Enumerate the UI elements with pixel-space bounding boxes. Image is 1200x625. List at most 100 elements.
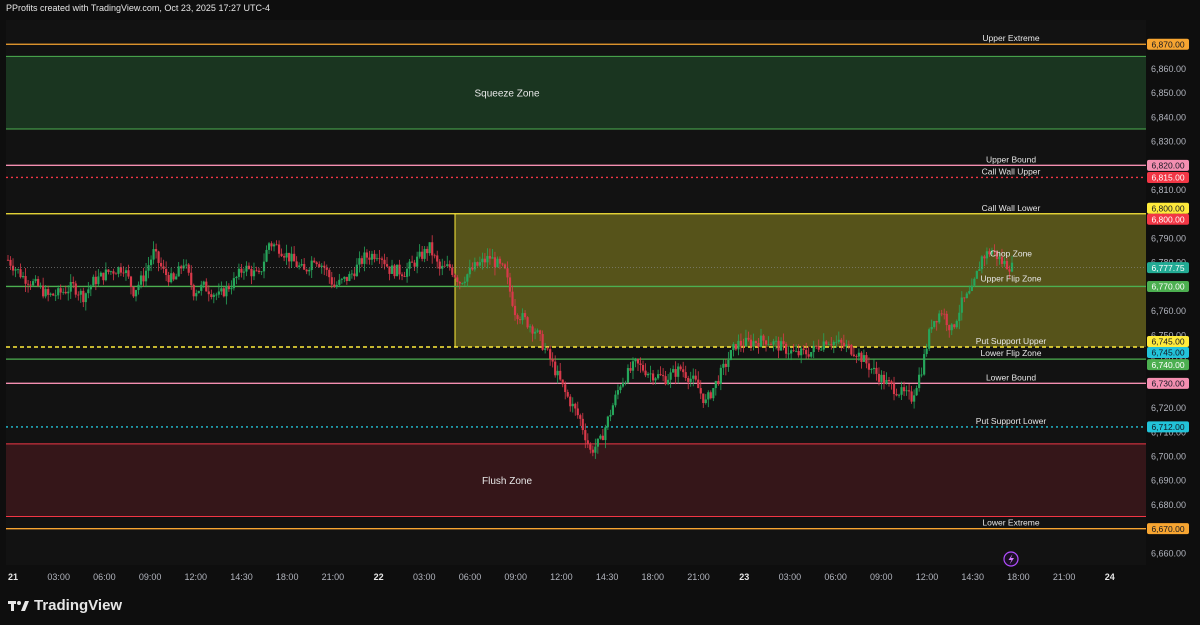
candle-body (757, 342, 760, 347)
candle-body (72, 281, 75, 284)
candle-body (717, 380, 720, 384)
candle-body (39, 285, 42, 287)
candle-body (930, 326, 933, 330)
price-badge: 6,777.75 (1147, 262, 1189, 274)
time-tick-label: 06:00 (459, 572, 482, 582)
candle-body (283, 256, 286, 258)
candle-body (732, 344, 735, 351)
price-tick-label: 6,690.00 (1151, 476, 1186, 486)
candle-body (872, 367, 876, 369)
candle-body (549, 349, 552, 359)
candle-body (907, 390, 911, 392)
candle-body (310, 260, 313, 271)
candle-body (165, 268, 168, 276)
candle-body (958, 312, 961, 321)
candle-body (247, 265, 251, 269)
candle-body (822, 341, 825, 350)
candle-body (320, 265, 323, 267)
candle-body (564, 384, 567, 393)
candle-body (712, 388, 715, 399)
tradingview-logo[interactable]: TradingView (8, 597, 122, 614)
candle-body (225, 286, 228, 297)
candle-body (742, 345, 745, 347)
candle-body (812, 345, 815, 353)
candle-body (850, 345, 853, 355)
candle-body (137, 284, 140, 291)
candle-body (295, 261, 298, 267)
candle-body (398, 264, 401, 275)
candle-body (443, 265, 446, 267)
candle-body (170, 273, 173, 283)
lightning-alert-icon[interactable] (1003, 551, 1019, 567)
candle-body (122, 272, 125, 274)
candle-body (423, 248, 426, 259)
price-badge-text: 6,800.00 (1151, 203, 1184, 213)
price-badge-text: 6,777.75 (1151, 263, 1184, 273)
candle-body (950, 324, 953, 331)
candle-body (323, 265, 326, 268)
candle-body (257, 270, 261, 273)
candle-body (644, 370, 647, 376)
candle-body (481, 258, 484, 263)
candle-body (197, 290, 200, 294)
candle-body (667, 379, 670, 385)
candle-body (664, 376, 667, 385)
candle-body (363, 252, 366, 264)
candle-body (559, 370, 562, 380)
candle-body (112, 271, 115, 274)
candle-body (217, 291, 220, 295)
candle-body (350, 273, 353, 275)
level-label-lower-bound: Lower Bound (986, 372, 1036, 382)
candle-body (493, 257, 497, 268)
candle-body (779, 341, 783, 351)
candle-body (175, 276, 178, 280)
price-badge-text: 6,815.00 (1151, 173, 1184, 183)
price-chart[interactable]: Squeeze Zone Flush Zone Upper Extreme Uppe… (0, 0, 1200, 625)
candle-body (865, 355, 868, 364)
candle-body (973, 278, 976, 286)
candle-body (817, 346, 820, 350)
candle-body (49, 293, 52, 295)
candle-body (260, 271, 263, 273)
candle-body (933, 321, 936, 327)
candle-body (662, 375, 665, 377)
candle-body (639, 363, 642, 366)
candle-body (333, 284, 336, 287)
candle-body (360, 258, 364, 264)
price-badge: 6,820.00 (1147, 159, 1189, 171)
candle-body (29, 284, 32, 286)
candle-body (52, 293, 55, 296)
candle-body (656, 374, 660, 379)
candle-body (968, 291, 971, 294)
candle-body (897, 394, 901, 396)
candle-body (365, 252, 369, 258)
price-tick-label: 6,680.00 (1151, 500, 1186, 510)
level-label-upper-bound: Upper Bound (986, 154, 1036, 164)
candle-body (802, 348, 805, 350)
time-tick-label: 14:30 (961, 572, 984, 582)
candle-body (541, 334, 544, 350)
candle-body (604, 427, 607, 441)
candle-body (857, 352, 860, 357)
candle-body (890, 381, 893, 384)
price-badge: 6,740.00 (1147, 359, 1189, 371)
zone-label: Squeeze Zone (474, 89, 539, 100)
candle-body (190, 272, 193, 286)
candle-body (762, 335, 765, 341)
candle-body (458, 281, 461, 284)
candle-body (16, 269, 20, 270)
candle-body (626, 368, 630, 383)
price-badge: 6,730.00 (1147, 377, 1189, 389)
candle-body (978, 269, 981, 271)
candle-body (797, 350, 800, 356)
candle-body (195, 293, 198, 297)
candle-body (727, 359, 730, 367)
candle-body (945, 313, 948, 326)
candle-body (699, 388, 702, 394)
price-badge-text: 6,745.00 (1151, 337, 1184, 347)
time-tick-label: 12:00 (916, 572, 939, 582)
candle-body (124, 270, 128, 274)
candle-body (466, 274, 469, 282)
candle-body (89, 285, 92, 290)
level-label-put-support-upper: Put Support Upper (976, 336, 1047, 346)
